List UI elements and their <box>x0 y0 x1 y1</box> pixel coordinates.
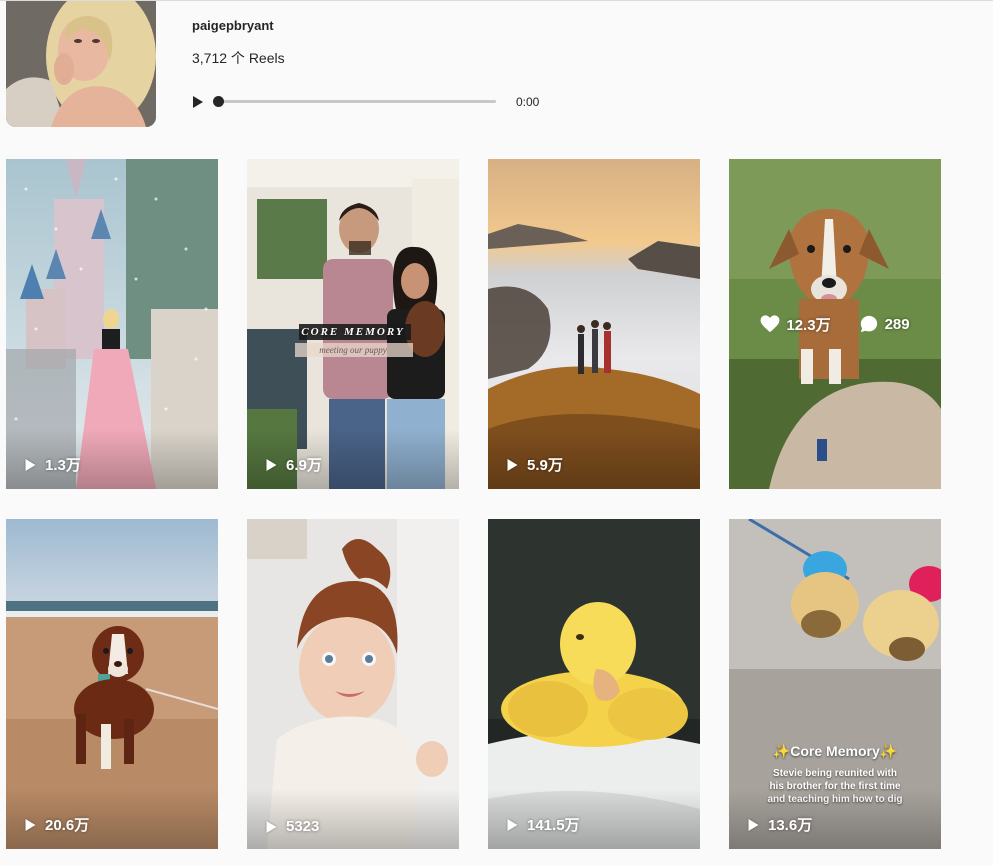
play-icon <box>266 458 277 471</box>
progress-track[interactable] <box>213 96 496 107</box>
reels-count: 3,712 个 Reels <box>192 50 285 66</box>
play-icon <box>266 820 277 833</box>
reel-views: 141.5万 <box>506 814 580 835</box>
play-icon <box>507 458 518 471</box>
reel-views: 20.6万 <box>24 814 89 835</box>
playback-time: 0:00 <box>516 95 540 109</box>
reel-views: 5.9万 <box>506 454 563 475</box>
reel-tile[interactable]: 1.3万 <box>6 159 218 489</box>
play-icon <box>748 818 759 831</box>
views-count: 6.9万 <box>286 457 322 474</box>
comments-count: 289 <box>884 315 910 333</box>
reel-hover-stats: 12.3万 289 <box>729 159 941 489</box>
reel-views: 1.3万 <box>24 454 81 475</box>
comments-stat: 289 <box>859 315 910 333</box>
reel-tile[interactable]: 20.6万 <box>6 519 218 849</box>
profile-cover-image[interactable] <box>6 1 156 127</box>
profile-header: paigepbryant 3,712 个 Reels 0:00 <box>0 1 993 141</box>
views-count: 5.9万 <box>527 457 563 474</box>
likes-count: 12.3万 <box>786 316 831 334</box>
heart-icon <box>760 315 780 333</box>
likes-stat: 12.3万 <box>760 314 831 335</box>
reel-tile[interactable]: CORE MEMORY meeting our puppy 6.9万 <box>247 159 459 489</box>
comment-icon <box>860 315 877 333</box>
reel-views: 13.6万 <box>747 814 812 835</box>
views-count: 13.6万 <box>768 817 813 834</box>
views-count: 1.3万 <box>45 457 81 474</box>
play-icon <box>25 818 36 831</box>
reel-tile[interactable]: 5323 <box>247 519 459 849</box>
views-count: 141.5万 <box>527 817 580 834</box>
reel-caption-sub: meeting our puppy <box>319 345 387 355</box>
reel-views: 5323 <box>265 818 319 835</box>
play-icon <box>25 458 36 471</box>
play-icon <box>193 96 203 108</box>
profile-username[interactable]: paigepbryant <box>192 18 274 33</box>
views-count: 5323 <box>286 818 320 835</box>
reel-tile[interactable]: ✨Core Memory✨ Stevie being reunited with… <box>729 519 941 849</box>
reel-caption-title: ✨Core Memory✨ <box>772 743 898 759</box>
reel-caption-title: CORE MEMORY <box>301 326 405 338</box>
play-button[interactable] <box>192 95 204 109</box>
progress-knob[interactable] <box>213 96 224 107</box>
reel-views: 6.9万 <box>265 454 322 475</box>
views-count: 20.6万 <box>45 817 90 834</box>
reel-tile[interactable]: 12.3万 289 <box>729 159 941 489</box>
reel-tile[interactable]: 141.5万 <box>488 519 700 849</box>
play-icon <box>507 818 518 831</box>
reels-grid: 1.3万 CORE MEMORY meeting our puppy 6.9万 … <box>6 159 941 849</box>
reel-tile[interactable]: 5.9万 <box>488 159 700 489</box>
audio-player: 0:00 <box>192 93 552 111</box>
